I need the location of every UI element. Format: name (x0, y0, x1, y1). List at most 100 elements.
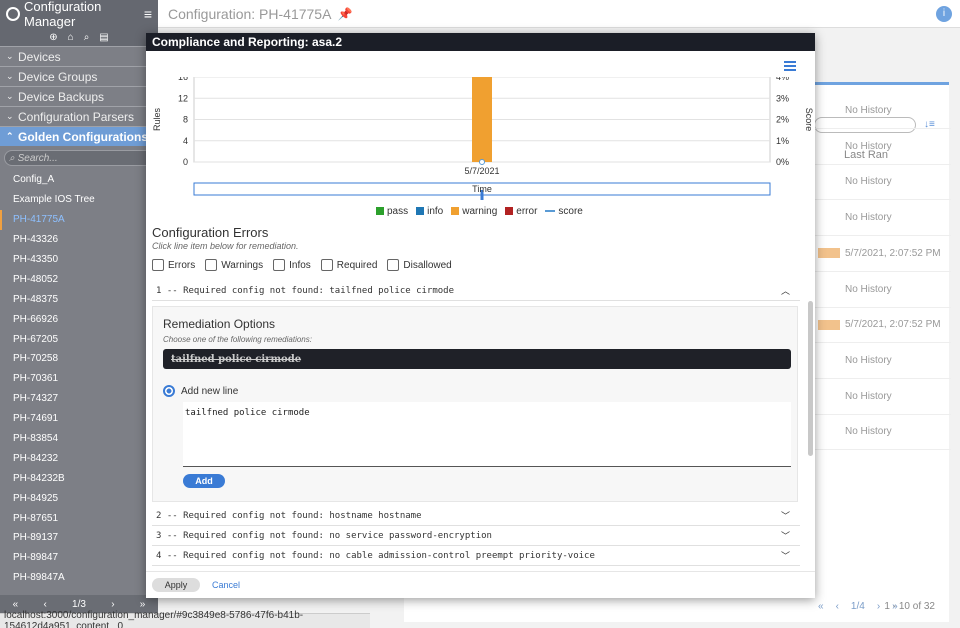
sidebar-item[interactable]: PH-89847A (0, 568, 158, 588)
search-icon[interactable]: ⌕ (84, 32, 90, 43)
sidebar-item[interactable]: PH-89847 (0, 548, 158, 568)
prev-page-icon[interactable]: ‹ (43, 599, 46, 610)
table-row[interactable]: 5/7/2021, 2:07:52 PM (808, 307, 951, 344)
table-row[interactable]: No History (808, 93, 951, 129)
sidebar-item[interactable]: PH-87651 (0, 508, 158, 528)
chevron-down-icon: ⌄ (6, 91, 14, 101)
table-row[interactable]: 5/7/2021, 2:07:52 PM (808, 236, 951, 272)
sidebar-section-device-groups[interactable]: ⌄ Device Groups (0, 66, 158, 86)
sidebar-section-configuration-parsers[interactable]: ⌄ Configuration Parsers (0, 106, 158, 126)
sidebar-section-device-backups[interactable]: ⌄ Device Backups (0, 86, 158, 106)
sidebar-item[interactable]: PH-74327 (0, 389, 158, 409)
error-filters: Errors Warnings Infos Required Disallowed (152, 259, 452, 271)
y-tick-label: 0 (183, 157, 188, 167)
legend-item-error[interactable]: error (505, 206, 537, 217)
status-url: localhost:3000/configuration_manager/#9c… (0, 610, 370, 628)
sidebar-header: Configuration Manager ≡ (0, 0, 158, 29)
y2-axis-label: Score (804, 108, 814, 132)
sidebar-item-list: Config_A Example IOS Tree PH-41775A PH-4332… (0, 170, 158, 588)
sidebar-item[interactable]: PH-89137 (0, 528, 158, 548)
sidebar-item[interactable]: PH-74691 (0, 409, 158, 429)
chevron-down-icon[interactable]: ﹀ (781, 529, 790, 542)
table-row[interactable]: No History (808, 414, 951, 451)
first-page-icon[interactable]: « (818, 601, 824, 612)
add-button[interactable]: Add (183, 474, 225, 488)
filter-disallowed-checkbox[interactable]: Disallowed (387, 259, 452, 271)
filter-required-checkbox[interactable]: Required (320, 259, 377, 271)
sidebar-item[interactable]: Example IOS Tree (0, 190, 158, 210)
add-new-line-radio[interactable]: Add new line (163, 385, 238, 397)
sidebar-item[interactable]: PH-84925 (0, 488, 158, 508)
app-title: Configuration Manager (24, 0, 102, 29)
next-page-icon[interactable]: › (111, 599, 114, 610)
table-row[interactable]: No History (808, 343, 951, 379)
hamburger-menu-icon[interactable]: ≡ (144, 6, 152, 22)
x-tick-label: 5/7/2021 (464, 166, 499, 176)
filter-warnings-checkbox[interactable]: Warnings (205, 259, 263, 271)
legend-item-warning[interactable]: warning (451, 206, 497, 217)
chevron-down-icon[interactable]: ﹀ (781, 549, 790, 562)
modal-body: 0 4 8 12 16 0% 1% 2% 3% 4% Rules Score 5/7/2021 Time … (146, 51, 815, 571)
table-row[interactable]: No History (808, 272, 951, 308)
sidebar-item[interactable]: PH-43326 (0, 230, 158, 250)
sidebar-item[interactable]: PH-48375 (0, 289, 158, 309)
score-point (479, 159, 485, 165)
home-icon[interactable]: ⌂ (68, 32, 74, 43)
apply-button[interactable]: Apply (152, 578, 200, 592)
add-icon[interactable]: ⊕ (49, 32, 57, 43)
y2-tick-label: 0% (776, 157, 789, 167)
legend-item-pass[interactable]: pass (376, 206, 408, 217)
sidebar-item[interactable]: PH-84232 (0, 448, 158, 468)
sidebar-item[interactable]: PH-84232B (0, 468, 158, 488)
y2-tick-label: 2% (776, 115, 789, 125)
sidebar-item[interactable]: PH-66926 (0, 309, 158, 329)
new-line-textarea[interactable]: tailfned police cirmode (183, 402, 791, 467)
sidebar-section-golden-configurations[interactable]: ⌃ Golden Configurations (0, 126, 158, 146)
cancel-button[interactable]: Cancel (212, 580, 240, 590)
document-icon[interactable]: ▤ (99, 32, 108, 43)
sidebar-item[interactable]: PH-83854 (0, 429, 158, 449)
chevron-down-icon: ⌄ (6, 111, 14, 121)
remediation-panel: Remediation Options Choose one of the fo… (152, 306, 798, 502)
sidebar-item[interactable]: Config_A (0, 170, 158, 190)
sidebar-item[interactable]: PH-43350 (0, 250, 158, 270)
remediation-option[interactable]: tailfned police cirmode (163, 349, 791, 369)
pin-icon[interactable]: 📌 (337, 7, 352, 21)
sidebar-section-devices[interactable]: ⌄ Devices (0, 46, 158, 66)
sidebar-item[interactable]: PH-48052 (0, 269, 158, 289)
legend-item-score[interactable]: score (545, 206, 583, 217)
score-bar (818, 248, 840, 259)
table-view-icon[interactable] (784, 61, 796, 71)
next-page-icon[interactable]: › (877, 601, 880, 612)
main-header: Configuration: PH-41775A 📌 i (158, 0, 960, 28)
compliance-modal: Compliance and Reporting: asa.2 0 4 8 12 16 0… (146, 33, 815, 598)
table-row[interactable]: No History (808, 379, 951, 415)
checkbox-icon (273, 259, 286, 271)
info-icon[interactable]: i (936, 6, 952, 22)
chevron-up-icon[interactable]: ︿ (781, 284, 790, 297)
sidebar-item[interactable]: PH-70258 (0, 349, 158, 369)
legend-swatch (416, 207, 425, 216)
modal-title: Compliance and Reporting: asa.2 (146, 33, 815, 51)
x-axis-label: Time (472, 184, 492, 194)
error-row-1[interactable]: 1 -- Required config not found: tailfned… (152, 281, 800, 301)
error-row-2[interactable]: 2 -- Required config not found: hostname… (152, 506, 800, 526)
last-page-icon[interactable]: » (140, 599, 146, 610)
sidebar-item[interactable]: PH-67205 (0, 329, 158, 349)
first-page-icon[interactable]: « (13, 599, 19, 610)
sidebar-item[interactable]: PH-41775A (0, 209, 158, 230)
table-row[interactable]: No History (808, 200, 951, 237)
prev-page-icon[interactable]: ‹ (836, 601, 839, 612)
y2-tick-label: 3% (776, 93, 789, 103)
table-row[interactable]: No History (808, 129, 951, 165)
sidebar-search-input[interactable]: ⌕ Search... (4, 150, 154, 166)
legend-item-info[interactable]: info (416, 206, 443, 217)
filter-infos-checkbox[interactable]: Infos (273, 259, 311, 271)
filter-errors-checkbox[interactable]: Errors (152, 259, 195, 271)
table-row[interactable]: No History (808, 164, 951, 201)
error-row-4[interactable]: 4 -- Required config not found: no cable… (152, 546, 800, 566)
chevron-down-icon[interactable]: ﹀ (781, 509, 790, 522)
sidebar-item[interactable]: PH-70361 (0, 369, 158, 389)
error-row-3[interactable]: 3 -- Required config not found: no servi… (152, 526, 800, 546)
modal-scrollbar[interactable] (808, 301, 813, 456)
